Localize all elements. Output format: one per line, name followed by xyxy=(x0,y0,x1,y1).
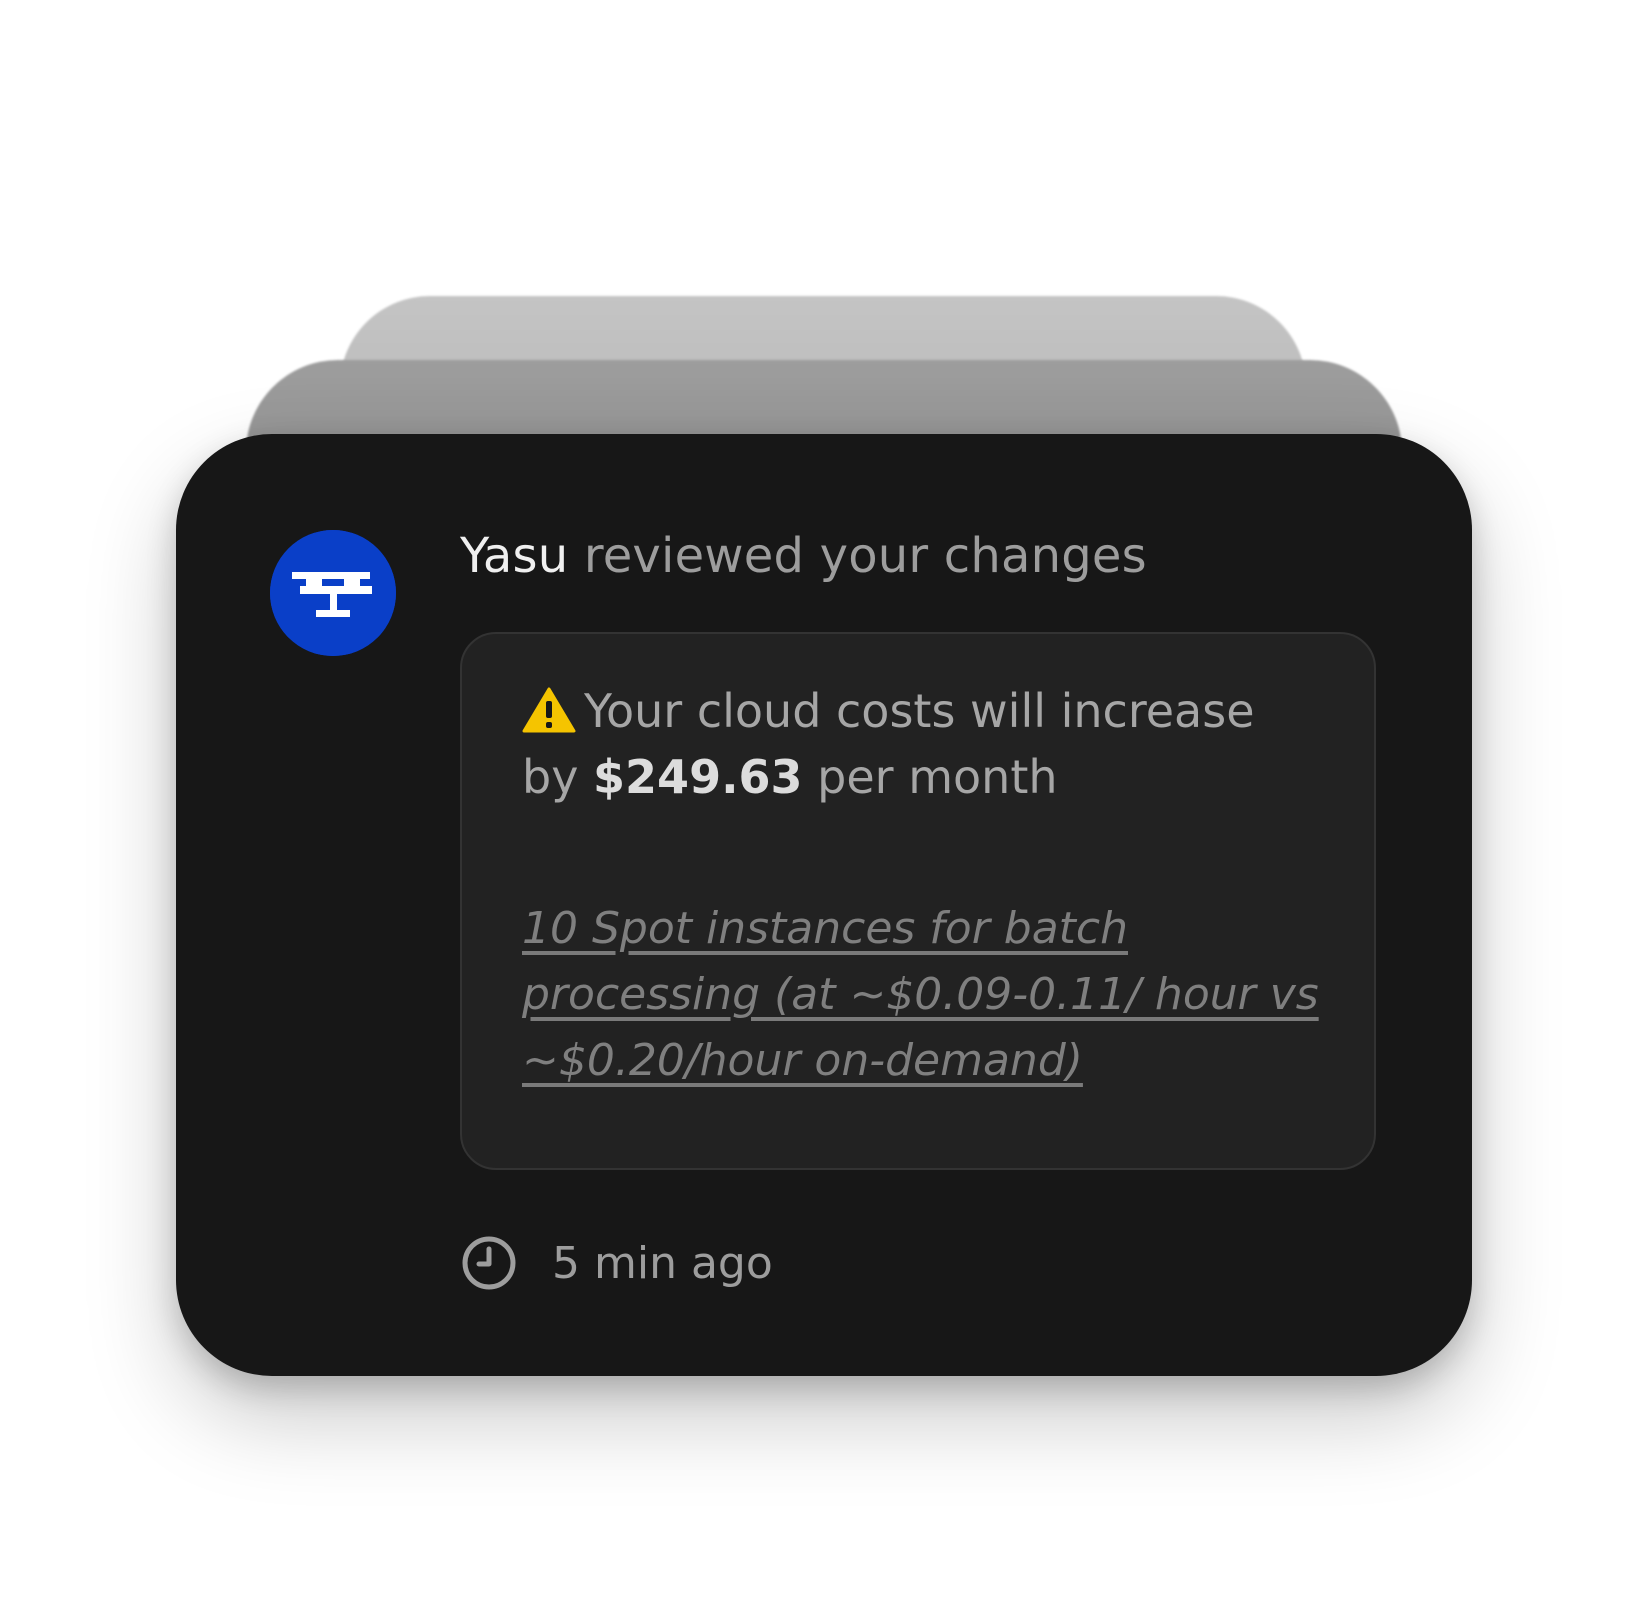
notification-stack: Yasu reviewed your changes Your cloud co… xyxy=(0,0,1648,1600)
clock-icon xyxy=(460,1234,518,1292)
cost-alert-panel: Your cloud costs will increase by $249.6… xyxy=(460,632,1376,1170)
notification-card[interactable]: Yasu reviewed your changes Your cloud co… xyxy=(176,434,1472,1376)
notification-meta: 5 min ago xyxy=(460,1228,773,1298)
cost-alert-message: Your cloud costs will increase by $249.6… xyxy=(522,678,1322,810)
cost-increase-amount: $249.63 xyxy=(593,750,803,804)
yasu-logo-icon xyxy=(270,530,396,656)
notification-action: reviewed your changes xyxy=(568,528,1147,584)
cost-detail-link[interactable]: 10 Spot instances for batch processing (… xyxy=(522,896,1322,1094)
notification-title: Yasu reviewed your changes xyxy=(460,520,1147,592)
timestamp: 5 min ago xyxy=(552,1237,773,1289)
warning-icon xyxy=(522,684,576,733)
avatar xyxy=(270,530,396,656)
actor-name[interactable]: Yasu xyxy=(460,528,568,584)
cost-alert-text-after: per month xyxy=(802,750,1058,804)
